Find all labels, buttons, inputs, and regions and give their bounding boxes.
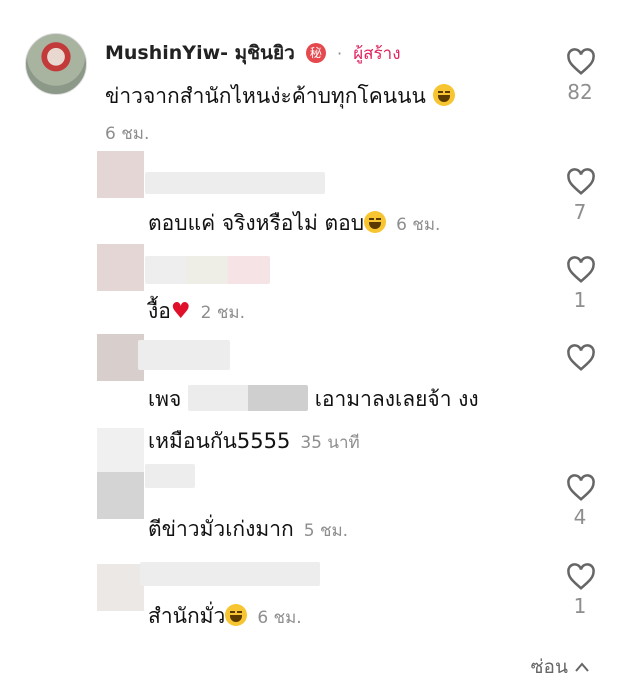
reply-text: งื้อ♥ 2 ชม. bbox=[148, 299, 245, 324]
comment-time: 6 ชม. bbox=[105, 124, 150, 144]
avatar[interactable] bbox=[97, 428, 144, 475]
like-count: 4 bbox=[573, 505, 587, 529]
laugh-cry-emoji bbox=[225, 604, 248, 626]
avatar[interactable] bbox=[97, 334, 144, 381]
verified-badge: 秘 bbox=[305, 43, 326, 63]
reply-text: สำนักมั่ว 6 ชม. bbox=[148, 604, 302, 628]
like-heart-icon[interactable] bbox=[566, 48, 596, 76]
avatar[interactable] bbox=[97, 244, 144, 291]
avatar[interactable] bbox=[25, 33, 87, 95]
comment-text: ข่าวจากสำนักไหนง่ะค้าบทุกโคนนน bbox=[105, 80, 455, 113]
redacted-username bbox=[140, 562, 320, 586]
creator-label: ผู้สร้าง bbox=[353, 44, 401, 64]
avatar[interactable] bbox=[97, 564, 144, 611]
like-heart-icon[interactable] bbox=[566, 168, 596, 196]
avatar[interactable] bbox=[97, 472, 144, 519]
like-heart-icon[interactable] bbox=[566, 256, 596, 284]
avatar[interactable] bbox=[97, 151, 144, 198]
like-heart-icon[interactable] bbox=[566, 474, 596, 502]
comment-header: MushinYiw- มุชินยิว 秘 · ผู้สร้าง bbox=[105, 42, 401, 64]
reply-text: เพจ เอามาลงเลยจ้า งง bbox=[148, 385, 479, 411]
hide-replies-button[interactable]: ซ่อน bbox=[531, 652, 590, 682]
like-count: 1 bbox=[573, 288, 587, 312]
reply-text: ตอบแค่ จริงหรือไม่ ตอบ 6 ชม. bbox=[148, 211, 441, 235]
redacted-page-name bbox=[188, 385, 309, 411]
like-heart-icon[interactable] bbox=[566, 563, 596, 591]
redacted-username bbox=[145, 256, 270, 284]
like-count: 82 bbox=[567, 80, 593, 104]
reply-text: ตีข่าวมั่วเก่งมาก 5 ชม. bbox=[148, 517, 349, 541]
like-count: 7 bbox=[573, 200, 587, 224]
chevron-up-icon bbox=[575, 662, 589, 672]
laugh-cry-emoji bbox=[364, 211, 387, 233]
reply-text-line2: เหมือนกัน5555 35 นาที bbox=[148, 429, 360, 453]
redacted-username bbox=[138, 340, 230, 370]
red-heart-emoji: ♥ bbox=[170, 299, 191, 324]
redacted-username bbox=[145, 464, 195, 488]
username[interactable]: MushinYiw- มุชินยิว bbox=[105, 42, 295, 64]
redacted-username bbox=[145, 172, 325, 194]
like-count: 1 bbox=[573, 594, 587, 618]
laugh-tilt-emoji bbox=[432, 84, 455, 106]
like-heart-icon[interactable] bbox=[566, 344, 596, 372]
